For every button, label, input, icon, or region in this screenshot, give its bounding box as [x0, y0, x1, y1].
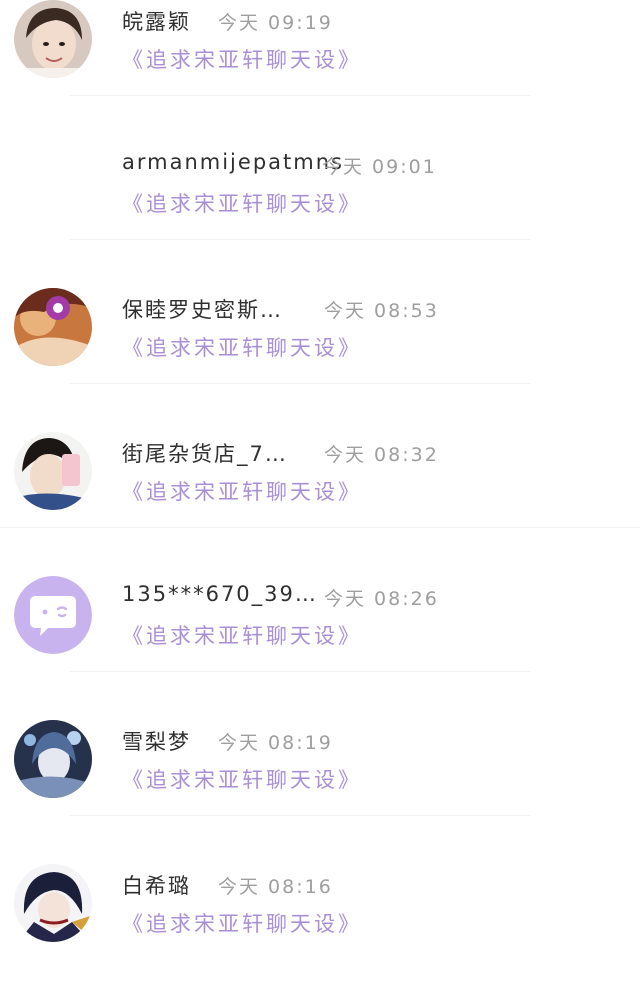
message-time: 今天 08:19	[218, 732, 333, 754]
divider	[70, 815, 530, 816]
message-item[interactable]: 街尾杂货店_7… 今天 08:32 《追求宋亚轩聊天设》	[0, 432, 640, 576]
sender-name: 街尾杂货店_7…	[122, 442, 288, 466]
message-preview: 《追求宋亚轩聊天设》	[122, 768, 362, 792]
divider	[70, 383, 530, 384]
sender-name: armanmijepatmns	[122, 150, 344, 174]
user-avatar[interactable]	[14, 432, 92, 510]
user-avatar[interactable]	[14, 288, 92, 366]
message-list: 皖露颖 今天 09:19 《追求宋亚轩聊天设》 armanmijepatmns …	[0, 0, 640, 942]
divider	[70, 671, 530, 672]
message-item[interactable]: 保睦罗史密斯… 今天 08:53 《追求宋亚轩聊天设》	[0, 288, 640, 432]
user-avatar[interactable]	[14, 720, 92, 798]
message-preview: 《追求宋亚轩聊天设》	[122, 192, 362, 216]
message-time: 今天 08:53	[324, 300, 439, 322]
message-item[interactable]: 皖露颖 今天 09:19 《追求宋亚轩聊天设》	[0, 0, 640, 144]
message-preview: 《追求宋亚轩聊天设》	[122, 480, 362, 504]
message-item[interactable]: 135***670_39… 今天 08:26 《追求宋亚轩聊天设》	[0, 576, 640, 720]
sender-name: 白希璐	[122, 874, 191, 898]
sender-name: 135***670_39…	[122, 582, 318, 606]
divider	[70, 239, 530, 240]
sender-name: 皖露颖	[122, 10, 191, 34]
message-time: 今天 08:16	[218, 876, 333, 898]
message-item[interactable]: armanmijepatmns 今天 09:01 《追求宋亚轩聊天设》	[0, 144, 640, 288]
default-avatar-icon[interactable]	[14, 576, 92, 654]
message-preview: 《追求宋亚轩聊天设》	[122, 48, 362, 72]
sender-name: 保睦罗史密斯…	[122, 298, 283, 322]
message-time: 今天 08:32	[324, 444, 439, 466]
message-preview: 《追求宋亚轩聊天设》	[122, 624, 362, 648]
message-time: 今天 08:26	[324, 588, 439, 610]
message-time: 今天 09:19	[218, 12, 333, 34]
message-time: 今天 09:01	[322, 156, 437, 178]
user-avatar[interactable]	[14, 864, 92, 942]
message-item[interactable]: 白希璐 今天 08:16 《追求宋亚轩聊天设》	[0, 864, 640, 1008]
divider	[0, 527, 640, 528]
divider	[70, 95, 530, 96]
message-preview: 《追求宋亚轩聊天设》	[122, 912, 362, 936]
sender-name: 雪梨梦	[122, 730, 191, 754]
user-avatar[interactable]	[14, 0, 92, 78]
message-preview: 《追求宋亚轩聊天设》	[122, 336, 362, 360]
message-item[interactable]: 雪梨梦 今天 08:19 《追求宋亚轩聊天设》	[0, 720, 640, 864]
